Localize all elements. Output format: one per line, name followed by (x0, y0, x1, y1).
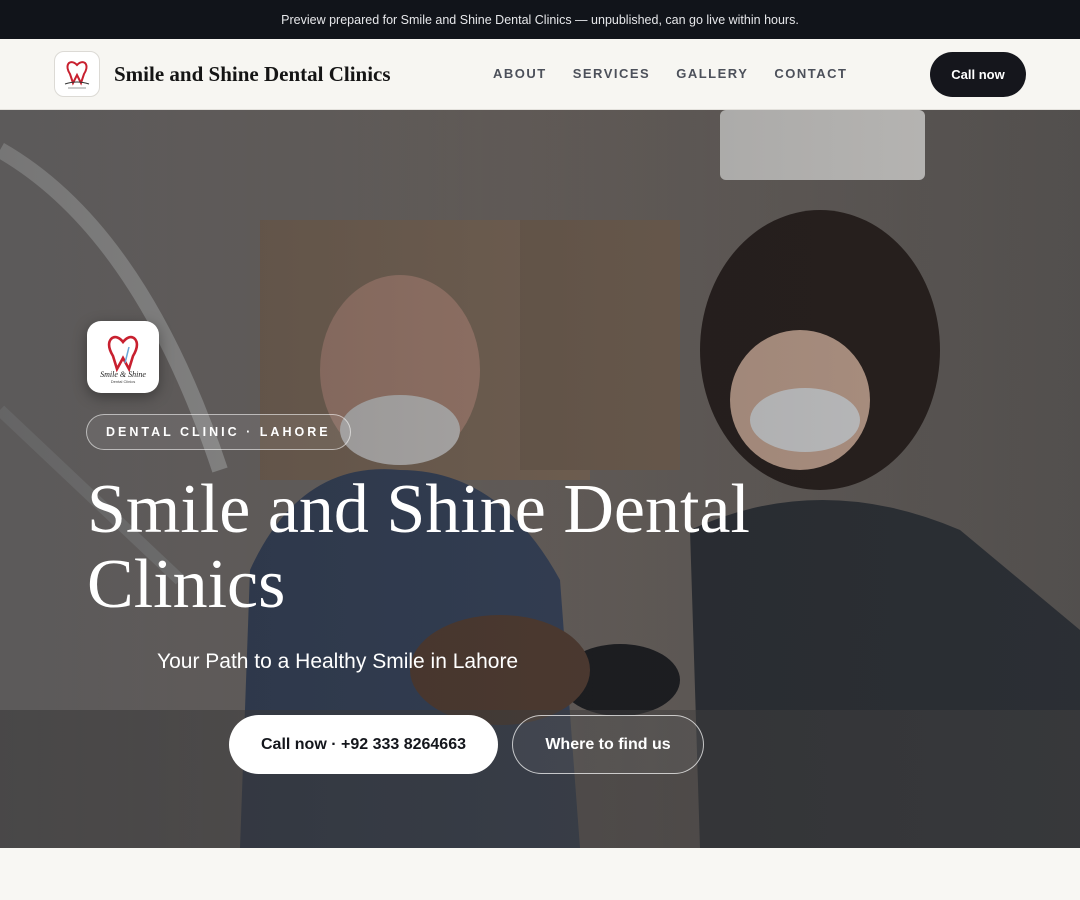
location-badge: DENTAL CLINIC · LAHORE (86, 414, 351, 450)
where-to-find-us-button[interactable]: Where to find us (512, 715, 704, 774)
location-badge-text: DENTAL CLINIC · LAHORE (106, 425, 331, 439)
header-call-button[interactable]: Call now (930, 52, 1026, 97)
preview-banner-text: Preview prepared for Smile and Shine Den… (281, 12, 799, 27)
nav-about[interactable]: ABOUT (493, 66, 547, 81)
tooth-heart-logo-icon: Smile & Shine Dental Clinics (87, 321, 159, 393)
brand-name: Smile and Shine Dental Clinics (114, 61, 391, 86)
tooth-heart-logo-icon (54, 51, 100, 97)
site-header: Smile and Shine Dental Clinics ABOUT SER… (0, 39, 1080, 110)
preview-banner: Preview prepared for Smile and Shine Den… (0, 0, 1080, 39)
nav-gallery[interactable]: GALLERY (676, 66, 748, 81)
next-section (0, 848, 1080, 900)
svg-text:Dental Clinics: Dental Clinics (111, 379, 135, 384)
nav-contact[interactable]: CONTACT (774, 66, 847, 81)
nav-services[interactable]: SERVICES (573, 66, 651, 81)
svg-text:Smile & Shine: Smile & Shine (100, 370, 146, 379)
hero-subtitle: Your Path to a Healthy Smile in Lahore (157, 650, 519, 673)
brand[interactable]: Smile and Shine Dental Clinics (54, 51, 391, 97)
hero-section: Smile & Shine Dental Clinics DENTAL CLIN… (0, 110, 1080, 848)
main-nav: ABOUT SERVICES GALLERY CONTACT (493, 66, 873, 81)
hero-title: Smile and Shine Dental Clinics (87, 471, 750, 623)
call-now-button[interactable]: Call now · +92 333 8264663 (229, 715, 498, 774)
